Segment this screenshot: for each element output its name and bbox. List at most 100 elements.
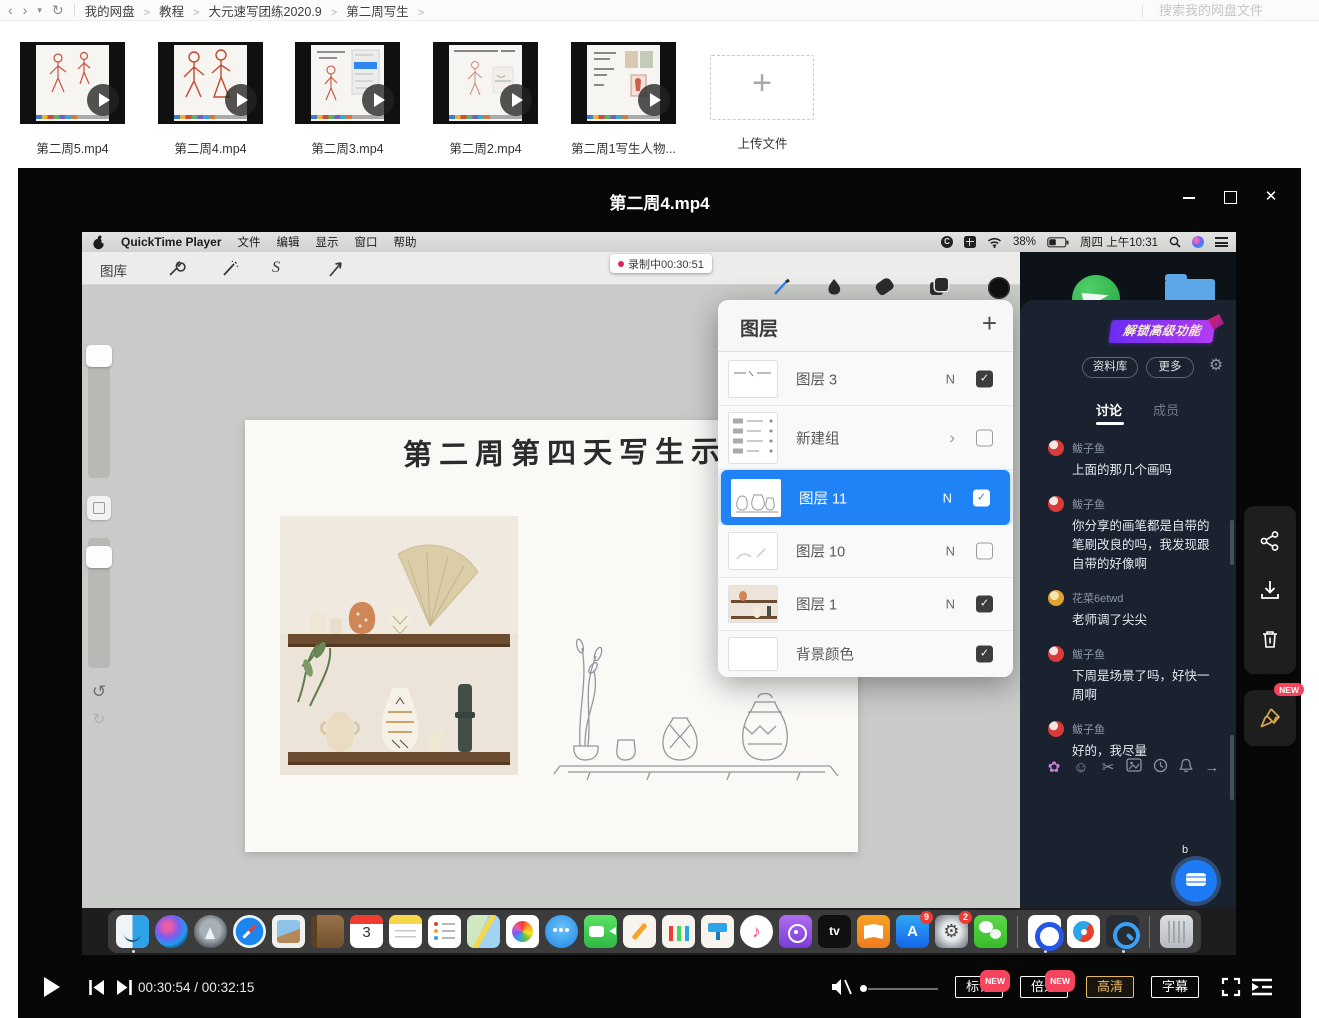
fullscreen-icon[interactable] — [1221, 977, 1241, 997]
dock-maps-icon — [467, 915, 500, 948]
layers-panel-title: 图层 — [740, 314, 778, 341]
message-user: 鲅子鱼 — [1072, 721, 1105, 737]
back-icon[interactable]: ‹ — [8, 3, 13, 17]
breadcrumb-item-tutorial[interactable]: 教程 — [159, 1, 208, 20]
tab-underline — [1096, 422, 1124, 425]
chat-toolbar: ✿ ☺ ✂ → — [1020, 758, 1236, 780]
volume-slider-handle[interactable] — [860, 985, 867, 992]
next-button[interactable] — [115, 979, 133, 996]
breadcrumb-item-week[interactable]: 第二周写生 — [346, 1, 433, 20]
file-card[interactable]: 第二周4.mp4 — [158, 42, 263, 157]
avatar — [1048, 721, 1064, 737]
forward-icon[interactable]: › — [23, 3, 28, 17]
breadcrumb-item-root[interactable]: 我的网盘 — [85, 1, 159, 20]
delete-trash-icon[interactable] — [1259, 628, 1281, 650]
layer-name: 背景颜色 — [796, 644, 854, 665]
class-chat-sidebar: 解锁高级功能 资料库 更多 ⚙ 讨论 成员 鲅子鱼 上面的那几个画吗 — [1020, 252, 1236, 908]
message-text: 老师调了尖尖 — [1048, 611, 1220, 630]
menubar-c-icon: C — [941, 236, 953, 248]
chat-messages: 鲅子鱼 上面的那几个画吗 鲅子鱼 你分享的画笔都是自带的笔刷改良的吗，我发现跟自… — [1048, 440, 1220, 777]
chat-scrollbar — [1230, 735, 1234, 800]
dock-podcasts-icon — [779, 915, 812, 948]
message-text: 你分享的画笔都是自带的笔刷改良的吗，我发现跟自带的好像啊 — [1048, 517, 1220, 574]
maximize-button[interactable] — [1222, 189, 1238, 205]
dock-divider — [1149, 916, 1150, 948]
pin-icon[interactable] — [1258, 706, 1282, 730]
download-icon[interactable] — [1259, 579, 1281, 601]
chat-message: 鲅子鱼 下周是场景了吗，好快一周啊 — [1048, 646, 1220, 705]
layer-row-selected: 图层 11 N ✓ — [721, 470, 1010, 525]
chat-message: 鲅子鱼 上面的那几个画吗 — [1048, 440, 1220, 480]
bell-icon — [1176, 758, 1196, 778]
smudge-tool-icon — [824, 277, 844, 297]
macos-menubar: QuickTime Player 文件 编辑 显示 窗口 帮助 C 38% — [82, 232, 1236, 252]
input-method-icon — [964, 236, 976, 248]
menu-help: 帮助 — [394, 234, 417, 250]
playlist-miniplayer-icon[interactable] — [1251, 978, 1273, 996]
search-input[interactable] — [1159, 3, 1309, 18]
wifi-icon — [987, 237, 1002, 248]
brush-tool-icon — [772, 277, 792, 297]
video-thumbnail — [295, 42, 400, 124]
eraser-tool-icon — [874, 276, 895, 296]
prefs-badge: 2 — [959, 911, 972, 924]
mute-speaker-icon[interactable] — [830, 977, 854, 997]
refresh-icon[interactable]: ↻ — [52, 3, 64, 17]
breadcrumb-item-course[interactable]: 大元速写团练2020.9 — [209, 1, 347, 20]
group-thumbnail — [728, 412, 778, 464]
file-name: 第二周5.mp4 — [20, 138, 125, 157]
chat-message: 鲅子鱼 好的，我尽量 — [1048, 721, 1220, 761]
layer-blend-mode: N — [946, 544, 955, 559]
play-button[interactable] — [44, 977, 60, 997]
layer-name: 图层 3 — [796, 368, 837, 389]
file-card[interactable]: 第二周2.mp4 — [433, 42, 538, 157]
dock-system-preferences-icon: ⚙2 — [935, 915, 968, 948]
browser-toolbar: ‹ › ▾ ↻ 我的网盘 教程 大元速写团练2020.9 第二周写生 — [0, 0, 1319, 21]
speed-button[interactable]: 倍速 NEW — [1020, 976, 1068, 998]
dock-preview-icon — [272, 915, 305, 948]
apple-logo-icon — [92, 235, 105, 250]
minimize-button[interactable] — [1181, 189, 1197, 205]
chat-scrollbar — [1230, 520, 1234, 565]
unlock-premium-banner: 解锁高级功能 — [1108, 320, 1215, 343]
previous-button[interactable] — [88, 979, 106, 996]
tab-members: 成员 — [1153, 400, 1179, 419]
share-icon[interactable] — [1259, 530, 1281, 552]
layer-row: 图层 1 N ✓ — [718, 578, 1013, 631]
adjustments-icon — [220, 259, 240, 279]
color-swatch-icon — [988, 277, 1010, 299]
dock-keynote-icon — [701, 915, 734, 948]
hd-quality-button[interactable]: 高清 — [1086, 976, 1134, 998]
mark-button[interactable]: 标记 NEW — [955, 976, 1003, 998]
group-chevron-icon: › — [949, 428, 955, 448]
video-thumbnail — [158, 42, 263, 124]
upload-file-button[interactable]: + 上传文件 — [710, 55, 815, 152]
layer-blend-mode: N — [946, 597, 955, 612]
tab-discussion: 讨论 — [1096, 400, 1122, 419]
notification-center-icon — [1215, 237, 1228, 247]
layer-thumbnail — [731, 479, 781, 517]
modify-button — [87, 496, 111, 520]
subtitle-button[interactable]: 字幕 — [1151, 976, 1199, 998]
chat-message: 花菜6etwd 老师调了尖尖 — [1048, 590, 1220, 630]
layer-visibility-checkbox — [976, 543, 993, 560]
breadcrumb: 我的网盘 教程 大元速写团练2020.9 第二周写生 — [85, 1, 434, 20]
player-title: 第二周4.mp4 — [18, 189, 1301, 214]
file-card[interactable]: 第二周5.mp4 — [20, 42, 125, 157]
layers-panel-icon — [930, 278, 950, 298]
history-caret-icon[interactable]: ▾ — [37, 6, 42, 15]
brush-sliders: ↺ ↻ — [85, 345, 113, 728]
image-icon — [1124, 758, 1144, 778]
layer-name: 图层 10 — [796, 541, 845, 562]
menu-view: 显示 — [316, 234, 339, 250]
file-card[interactable]: 第二周3.mp4 — [295, 42, 400, 157]
file-name: 第二周1写生人物... — [571, 138, 676, 157]
file-card[interactable]: 第二周1写生人物... — [571, 42, 676, 157]
emoji-icon: ☺ — [1071, 758, 1091, 778]
file-name: 第二周2.mp4 — [433, 138, 538, 157]
close-button[interactable]: ✕ — [1263, 189, 1279, 205]
volume-slider-track[interactable] — [868, 988, 938, 990]
dock-reminders-icon — [428, 915, 461, 948]
layer-name: 新建组 — [796, 427, 840, 448]
message-user: 鲅子鱼 — [1072, 440, 1105, 456]
